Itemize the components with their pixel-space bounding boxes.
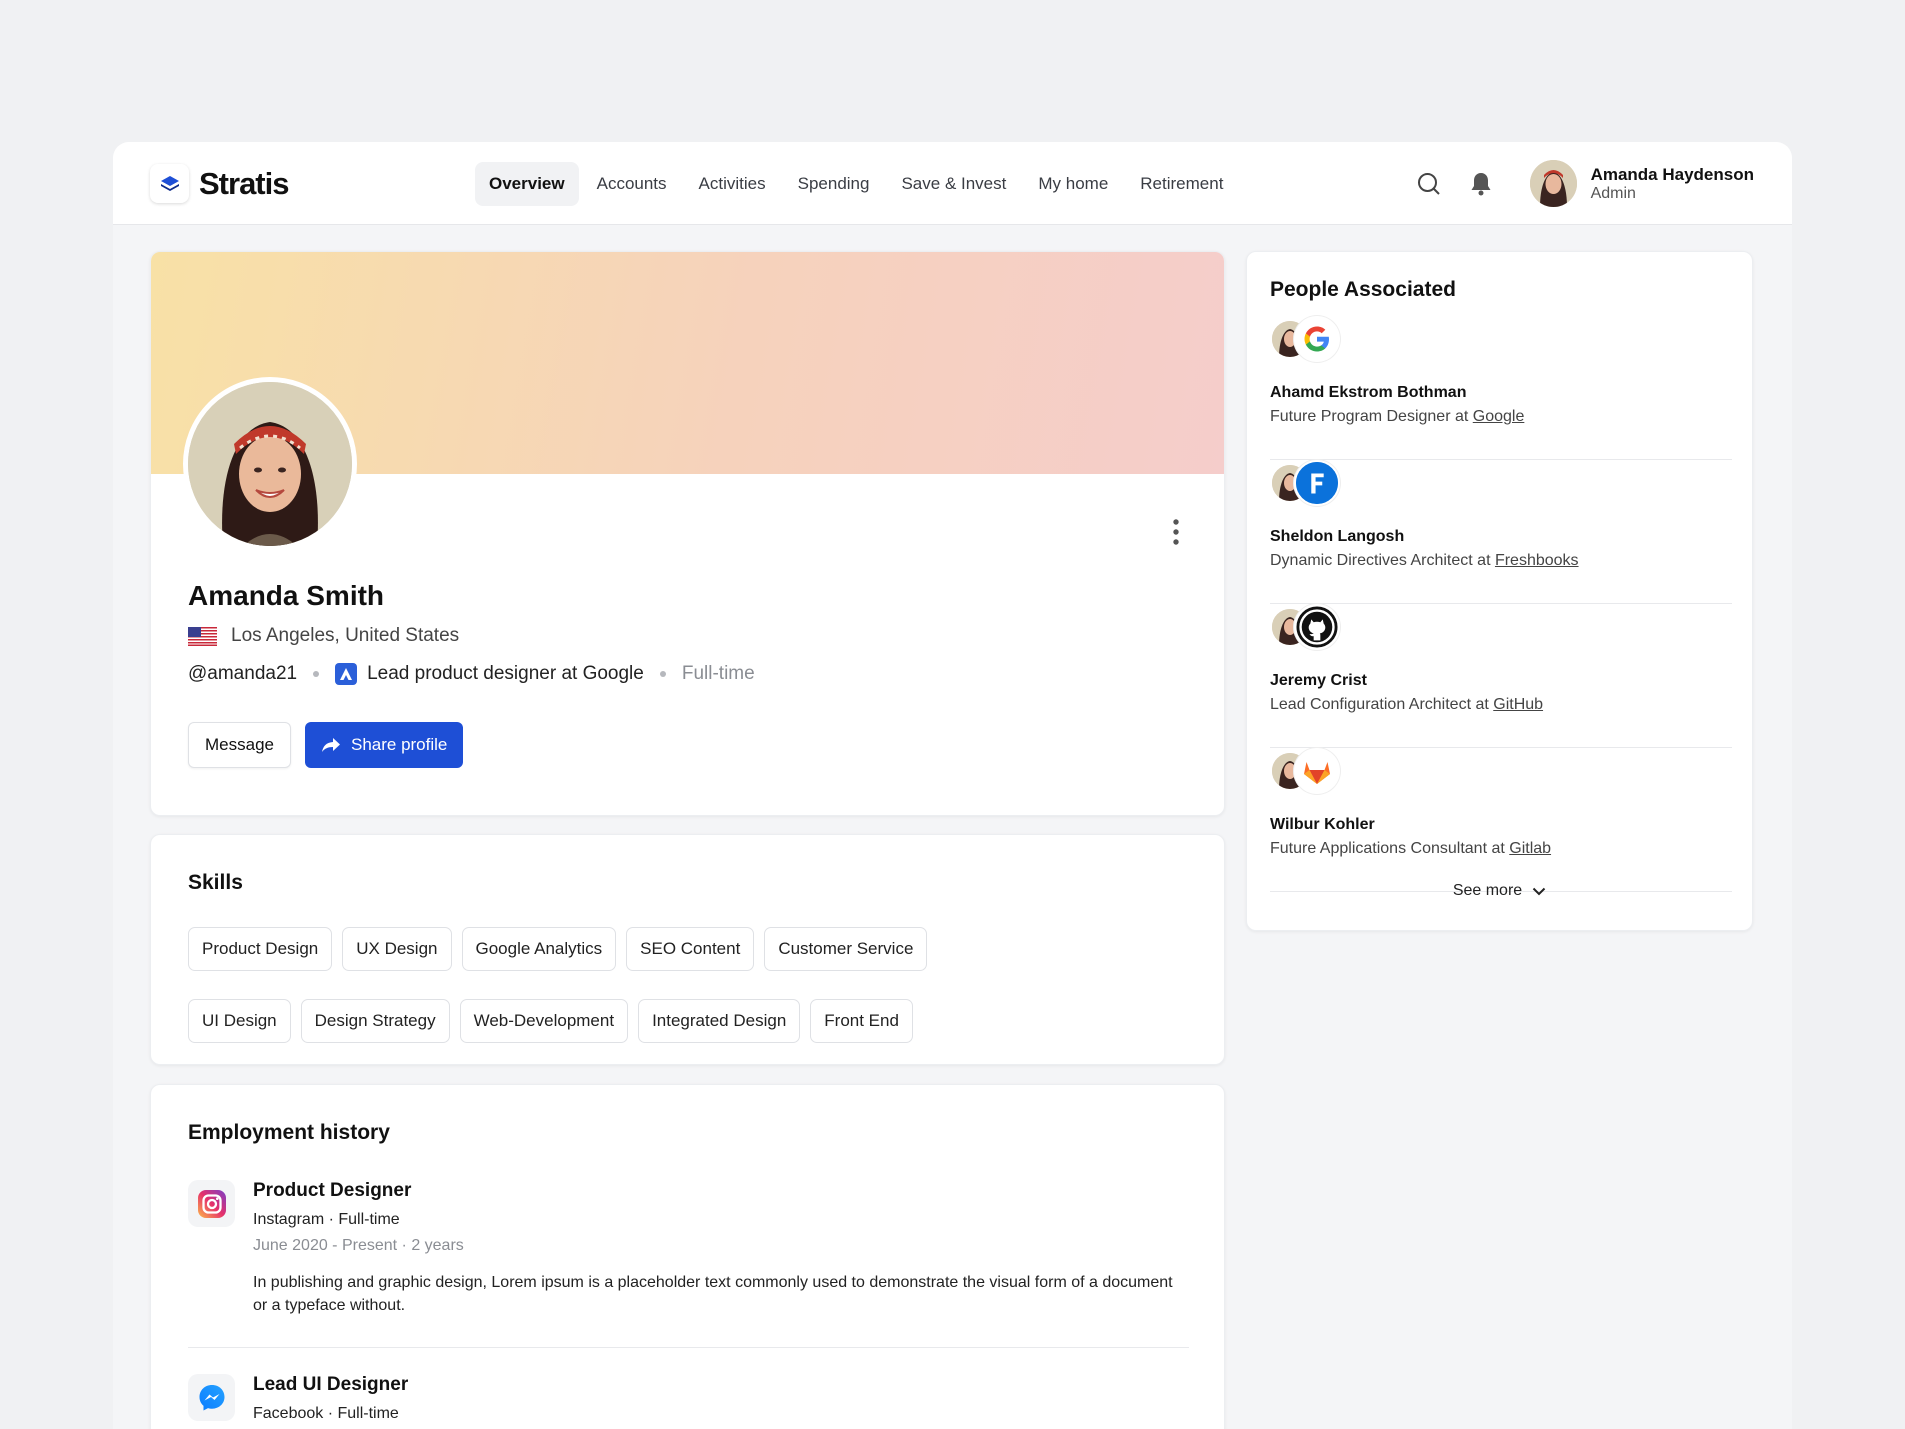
nav-accounts[interactable]: Accounts bbox=[583, 162, 681, 206]
search-icon[interactable] bbox=[1413, 168, 1445, 200]
person-name: Wilbur Kohler bbox=[1270, 816, 1375, 833]
message-button[interactable]: Message bbox=[188, 722, 291, 768]
role-text: Future Applications Consultant at bbox=[1270, 840, 1510, 857]
skill-chip[interactable]: Web-Development bbox=[459, 999, 629, 1043]
skill-chip[interactable]: SEO Content bbox=[626, 927, 755, 971]
google-logo-icon bbox=[1294, 316, 1340, 362]
job-title: Product Designer bbox=[253, 1180, 412, 1201]
skill-chip[interactable]: Product Design bbox=[188, 927, 333, 971]
employment-card: Employment history Product Designer Inst… bbox=[150, 1084, 1225, 1429]
people-associated-card: People Associated Ahamd Ekstrom Bothman … bbox=[1246, 251, 1753, 931]
person-role: Lead Configuration Architect at GitHub bbox=[1270, 696, 1543, 714]
person-item[interactable]: Sheldon Langosh Dynamic Directives Archi… bbox=[1270, 460, 1732, 604]
user-avatar bbox=[1529, 160, 1577, 207]
nav-activities[interactable]: Activities bbox=[685, 162, 780, 206]
see-more-button[interactable]: See more bbox=[1247, 882, 1752, 900]
person-item[interactable]: Jeremy Crist Lead Configuration Architec… bbox=[1270, 604, 1732, 748]
job-company: Instagram · Full-time bbox=[253, 1211, 400, 1228]
gitlab-logo-icon bbox=[1294, 748, 1340, 794]
nav-spending[interactable]: Spending bbox=[784, 162, 884, 206]
app-window: Stratis Overview Accounts Activities Spe… bbox=[113, 142, 1792, 1429]
see-more-label: See more bbox=[1452, 882, 1523, 899]
skills-list: Product Design UX Design Google Analytic… bbox=[188, 927, 1088, 1043]
more-options-icon[interactable] bbox=[1168, 517, 1184, 547]
company-link[interactable]: Google bbox=[1473, 408, 1525, 425]
job-dates: June 2020 - Present · 2 years bbox=[253, 1237, 464, 1254]
separator-dot bbox=[313, 671, 320, 677]
person-avatar-group bbox=[1270, 748, 1350, 794]
company-link[interactable]: Gitlab bbox=[1509, 840, 1551, 857]
person-avatar-group bbox=[1270, 460, 1350, 506]
nav-save-invest[interactable]: Save & Invest bbox=[887, 162, 1020, 206]
location-text: Los Angeles, United States bbox=[231, 625, 460, 646]
job-company: Facebook · Full-time bbox=[253, 1405, 399, 1422]
company-link[interactable]: Freshbooks bbox=[1495, 552, 1579, 569]
instagram-icon bbox=[188, 1180, 235, 1227]
skills-card: Skills Product Design UX Design Google A… bbox=[150, 834, 1225, 1065]
nav-my-home[interactable]: My home bbox=[1024, 162, 1122, 206]
messenger-icon bbox=[188, 1374, 235, 1421]
divider bbox=[188, 1347, 1189, 1348]
user-menu[interactable]: Amanda Haydenson Admin bbox=[1529, 160, 1754, 207]
person-item[interactable]: Wilbur Kohler Future Applications Consul… bbox=[1270, 748, 1732, 892]
logo[interactable]: Stratis bbox=[150, 164, 289, 203]
profile-handle: @amanda21 bbox=[188, 663, 298, 684]
user-role: Admin bbox=[1590, 184, 1636, 202]
share-icon bbox=[321, 738, 340, 752]
company-link[interactable]: GitHub bbox=[1493, 696, 1543, 713]
profile-avatar bbox=[183, 377, 357, 551]
chevron-down-icon bbox=[1532, 887, 1546, 895]
freshbooks-logo-icon bbox=[1294, 460, 1340, 506]
role-text: Dynamic Directives Architect at bbox=[1270, 552, 1495, 569]
bell-icon[interactable] bbox=[1465, 168, 1497, 200]
role-text: Lead Configuration Architect at bbox=[1270, 696, 1494, 713]
job-title: Lead UI Designer bbox=[253, 1374, 409, 1395]
person-name: Ahamd Ekstrom Bothman bbox=[1270, 384, 1467, 401]
profile-meta: @amanda21 Lead product designer at Googl… bbox=[188, 663, 755, 685]
app-name: Stratis bbox=[199, 165, 289, 201]
stratis-logo-icon bbox=[150, 164, 189, 203]
person-item[interactable]: Ahamd Ekstrom Bothman Future Program Des… bbox=[1270, 316, 1732, 460]
separator-dot bbox=[659, 671, 666, 677]
profile-actions: Message Share profile bbox=[188, 722, 464, 768]
job-description: In publishing and graphic design, Lorem … bbox=[253, 1274, 1173, 1314]
nav-overview[interactable]: Overview bbox=[475, 162, 579, 206]
github-logo-icon bbox=[1294, 604, 1340, 650]
skill-chip[interactable]: Integrated Design bbox=[638, 999, 801, 1043]
employment-title: Employment history bbox=[188, 1121, 390, 1144]
top-actions bbox=[1413, 168, 1497, 200]
person-avatar-group bbox=[1270, 604, 1350, 650]
person-role: Future Applications Consultant at Gitlab bbox=[1270, 840, 1551, 858]
main-nav: Overview Accounts Activities Spending Sa… bbox=[475, 162, 1237, 206]
skill-chip[interactable]: UI Design bbox=[188, 999, 291, 1043]
person-name: Jeremy Crist bbox=[1270, 672, 1367, 689]
profile-name: Amanda Smith bbox=[188, 580, 385, 611]
nav-retirement[interactable]: Retirement bbox=[1126, 162, 1237, 206]
person-avatar-group bbox=[1270, 316, 1350, 362]
people-title: People Associated bbox=[1270, 278, 1456, 301]
skill-chip[interactable]: Customer Service bbox=[764, 927, 928, 971]
company-logo-icon bbox=[335, 663, 358, 685]
employment-type: Full-time bbox=[681, 663, 755, 684]
person-role: Dynamic Directives Architect at Freshboo… bbox=[1270, 552, 1579, 570]
skills-title: Skills bbox=[188, 871, 243, 894]
skill-chip[interactable]: Front End bbox=[810, 999, 913, 1043]
profile-job: Lead product designer at Google bbox=[367, 663, 644, 684]
us-flag-icon bbox=[188, 626, 217, 646]
role-text: Future Program Designer at bbox=[1270, 408, 1473, 425]
profile-location: Los Angeles, United States bbox=[188, 625, 459, 647]
share-profile-label: Share profile bbox=[350, 735, 448, 754]
user-name: Amanda Haydenson bbox=[1590, 164, 1754, 184]
skill-chip[interactable]: Google Analytics bbox=[461, 927, 617, 971]
profile-card: Amanda Smith Los Angeles, United States … bbox=[150, 251, 1225, 816]
person-role: Future Program Designer at Google bbox=[1270, 408, 1524, 426]
share-profile-button[interactable]: Share profile bbox=[304, 722, 464, 768]
skill-chip[interactable]: UX Design bbox=[342, 927, 452, 971]
skill-chip[interactable]: Design Strategy bbox=[300, 999, 450, 1043]
top-navigation-bar: Stratis Overview Accounts Activities Spe… bbox=[113, 142, 1792, 225]
person-name: Sheldon Langosh bbox=[1270, 528, 1405, 545]
